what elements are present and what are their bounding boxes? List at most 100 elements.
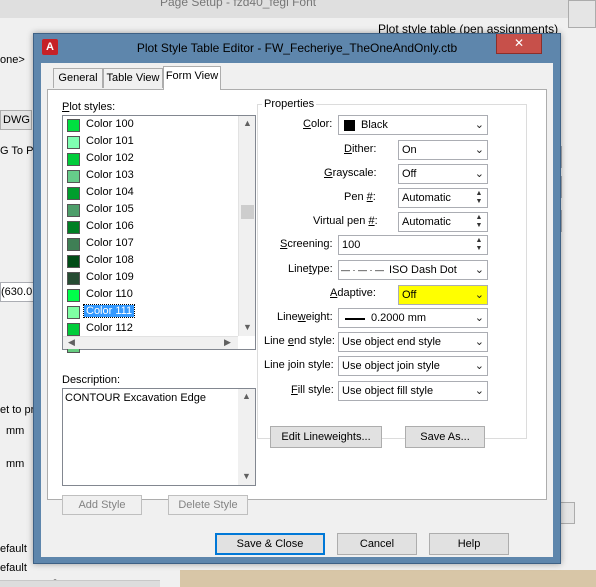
adaptive-select[interactable]: Off ⌄: [398, 285, 488, 305]
fill-style-value: Use object fill style: [342, 385, 434, 397]
desc-scroll-up-icon[interactable]: ▲: [238, 391, 255, 401]
color-swatch: [67, 323, 80, 336]
list-item-label: Color 104: [86, 186, 134, 198]
line-join-style-label: Line join style:: [264, 359, 334, 371]
background-scrollbar[interactable]: [0, 580, 160, 587]
chevron-down-icon: ⌄: [474, 168, 484, 180]
chevron-down-icon: ⌄: [474, 264, 484, 276]
lineweight-value: 0.2000 mm: [371, 312, 427, 324]
plot-styles-label: Plot styles:: [62, 101, 116, 113]
bg-text-5: et to pr: [0, 404, 35, 416]
list-item-label: Color 107: [86, 237, 134, 249]
bg-text-1: one>: [0, 54, 25, 66]
grayscale-label: Grayscale:: [324, 167, 377, 179]
bg-paper-size[interactable]: (630.0: [0, 282, 34, 302]
scroll-right-arrow-icon[interactable]: ▶: [219, 337, 236, 348]
virtual-pen-value: Automatic: [402, 216, 451, 228]
list-item[interactable]: Color 101: [65, 134, 234, 151]
list-item[interactable]: Color 104: [65, 185, 234, 202]
pen-number-spinner[interactable]: Automatic ▲ ▼: [398, 188, 488, 208]
save-as-button[interactable]: Save As...: [405, 426, 485, 448]
linetype-select[interactable]: — · — · — ISO Dash Dot ⌄: [338, 260, 488, 280]
dialog-titlebar[interactable]: A Plot Style Table Editor - FW_Fecheriye…: [34, 34, 560, 62]
screening-spinner[interactable]: 100 ▲ ▼: [338, 235, 488, 255]
color-swatch: [67, 170, 80, 183]
tab-table-view[interactable]: Table View: [103, 68, 163, 88]
dialog-client-area: General Table View Form View Plot styles…: [41, 63, 553, 557]
background-window-title: Page Setup - fzd40_fegl Font: [160, 0, 317, 9]
scroll-thumb[interactable]: [241, 205, 254, 219]
list-item-label: Color 112: [86, 322, 133, 334]
drawing-area: [180, 570, 596, 587]
tab-form-view[interactable]: Form View: [163, 66, 221, 90]
color-select[interactable]: Black ⌄: [338, 115, 488, 135]
adaptive-label: Adaptive:: [330, 287, 376, 299]
spin-up-icon[interactable]: ▲: [472, 237, 486, 245]
spin-down-icon[interactable]: ▼: [472, 198, 486, 206]
line-end-style-select[interactable]: Use object end style ⌄: [338, 332, 488, 352]
spin-up-icon[interactable]: ▲: [472, 190, 486, 198]
help-button[interactable]: Help: [429, 533, 509, 555]
tab-general[interactable]: General: [53, 68, 103, 88]
description-scrollbar[interactable]: ▲ ▼: [238, 389, 255, 485]
properties-label: Properties: [262, 98, 317, 110]
fill-style-label: Fill style:: [291, 384, 334, 396]
save-and-close-button[interactable]: Save & Close: [215, 533, 325, 555]
list-item[interactable]: Color 105: [65, 202, 234, 219]
fill-style-select[interactable]: Use object fill style ⌄: [338, 381, 488, 401]
dialog-close-button[interactable]: ✕: [496, 34, 542, 54]
dither-value: On: [402, 144, 417, 156]
spin-down-icon[interactable]: ▼: [472, 222, 486, 230]
description-label: Description:: [62, 374, 121, 386]
scroll-up-arrow-icon[interactable]: ▲: [239, 118, 256, 128]
spin-up-icon[interactable]: ▲: [472, 214, 486, 222]
pen-value: Automatic: [402, 192, 451, 204]
color-swatch: [67, 204, 80, 217]
spin-down-icon[interactable]: ▼: [472, 245, 486, 253]
list-item[interactable]: Color 103: [65, 168, 234, 185]
dither-label: Dither:: [344, 143, 377, 155]
color-swatch: [67, 119, 80, 132]
delete-style-button[interactable]: Delete Style: [168, 495, 248, 515]
color-swatch: [67, 187, 80, 200]
dither-select[interactable]: On ⌄: [398, 140, 488, 160]
line-end-style-value: Use object end style: [342, 336, 442, 348]
list-item[interactable]: Color 109: [65, 270, 234, 287]
list-item[interactable]: Color 111: [65, 304, 234, 321]
cancel-button[interactable]: Cancel: [337, 533, 417, 555]
chevron-down-icon: ⌄: [474, 119, 484, 131]
description-textarea[interactable]: CONTOUR Excavation Edge ▲ ▼: [62, 388, 256, 486]
list-item[interactable]: Color 100: [65, 117, 234, 134]
list-item[interactable]: Color 108: [65, 253, 234, 270]
chevron-down-icon: ⌄: [474, 289, 484, 301]
plot-styles-hscrollbar[interactable]: ◀ ▶: [63, 336, 238, 349]
bg-text-9: efault: [0, 562, 27, 574]
list-item[interactable]: Color 107: [65, 236, 234, 253]
scroll-down-arrow-icon[interactable]: ▼: [239, 322, 256, 332]
list-item-label: Color 100: [86, 118, 134, 130]
color-swatch: [67, 272, 80, 285]
edit-lineweights-button[interactable]: Edit Lineweights...: [270, 426, 382, 448]
list-item[interactable]: Color 110: [65, 287, 234, 304]
background-close-button[interactable]: [568, 0, 596, 28]
bg-dwg-button[interactable]: DWG: [0, 110, 32, 130]
scroll-left-arrow-icon[interactable]: ◀: [63, 337, 80, 348]
line-join-style-select[interactable]: Use object join style ⌄: [338, 356, 488, 376]
plot-styles-listbox[interactable]: Color 100 Color 101 Color 102 Color 103 Colo…: [62, 115, 256, 353]
desc-scroll-down-icon[interactable]: ▼: [238, 471, 255, 481]
linetype-value: ISO Dash Dot: [389, 264, 457, 276]
plot-styles-vscrollbar[interactable]: ▲ ▼: [238, 116, 255, 336]
add-style-button[interactable]: Add Style: [62, 495, 142, 515]
color-swatch: [67, 289, 80, 302]
list-item[interactable]: Color 102: [65, 151, 234, 168]
chevron-down-icon: ⌄: [474, 312, 484, 324]
lineweight-select[interactable]: 0.2000 mm ⌄: [338, 308, 488, 328]
virtual-pen-spinner[interactable]: Automatic ▲ ▼: [398, 212, 488, 232]
chevron-down-icon: ⌄: [474, 336, 484, 348]
list-item[interactable]: Color 106: [65, 219, 234, 236]
list-item-label: Color 102: [86, 152, 134, 164]
color-swatch: [67, 255, 80, 268]
color-swatch: [67, 136, 80, 149]
grayscale-select[interactable]: Off ⌄: [398, 164, 488, 184]
list-item-label: Color 110: [86, 288, 133, 300]
